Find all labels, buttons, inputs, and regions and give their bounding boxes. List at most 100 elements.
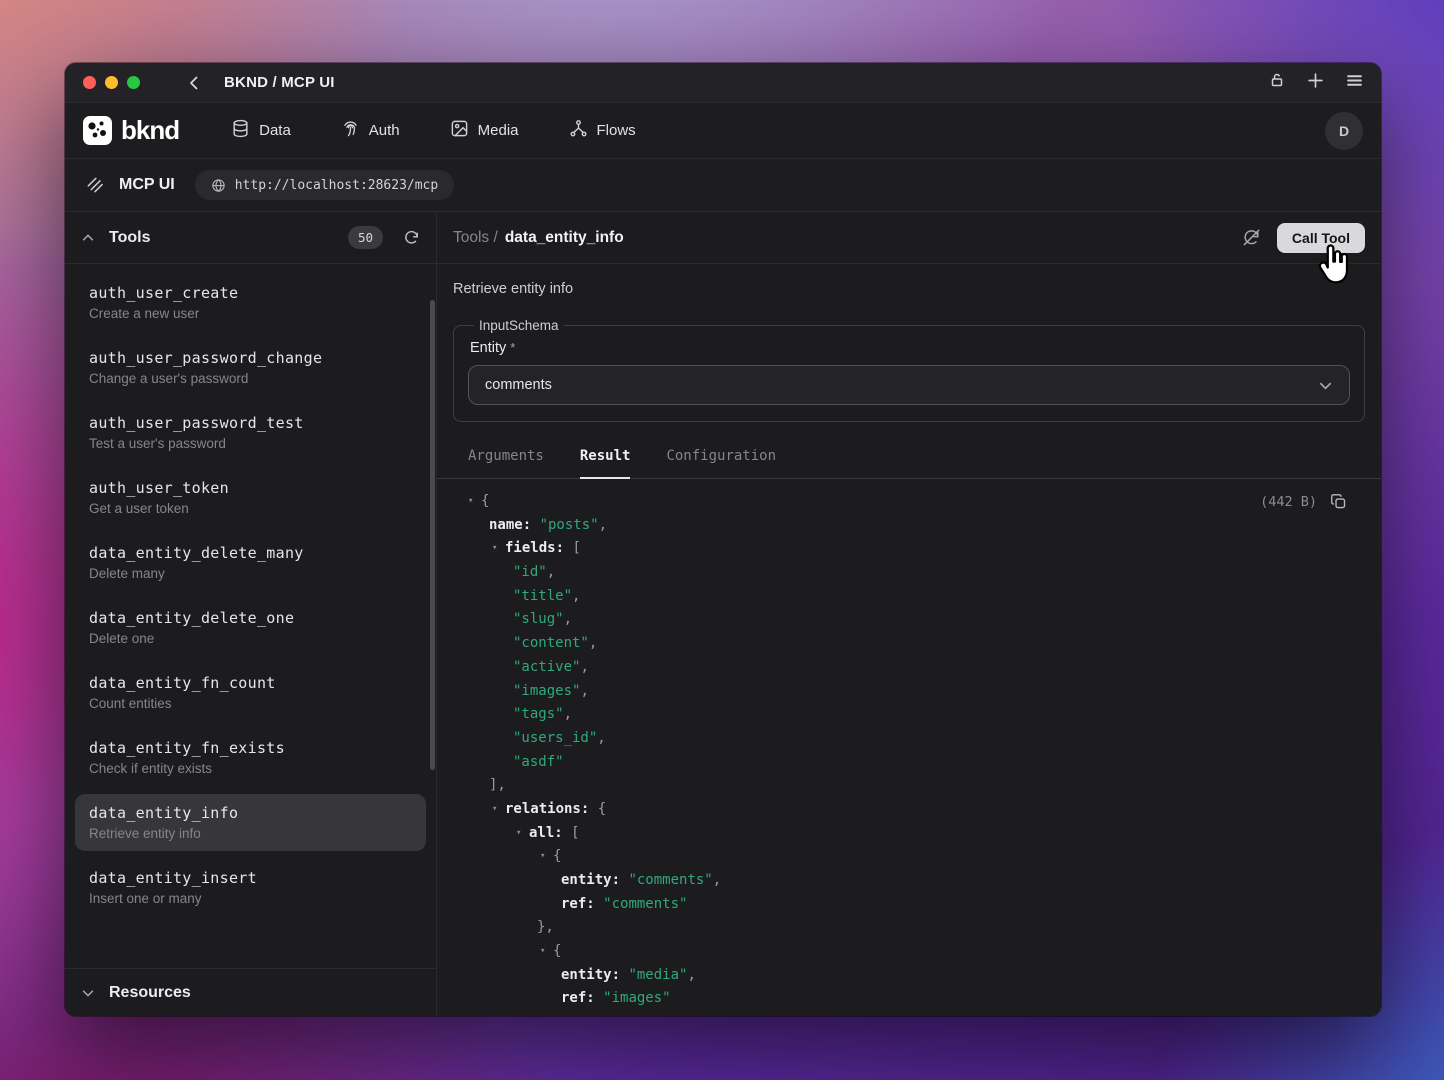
json-punct: ,	[687, 967, 695, 983]
json-punct: {	[553, 943, 561, 959]
nav-item-media[interactable]: Media	[450, 119, 519, 142]
json-punct: [	[571, 825, 579, 841]
collapse-toggle-icon[interactable]: ▾	[537, 940, 553, 964]
auto-call-off-icon[interactable]	[1242, 228, 1261, 247]
minimize-window-button[interactable]	[105, 76, 118, 89]
entity-select-value: comments	[485, 377, 552, 393]
collapse-toggle-icon[interactable]: ▾	[489, 537, 505, 561]
sidebar-item-data_entity_fn_count[interactable]: data_entity_fn_countCount entities	[75, 664, 426, 721]
json-line: ▾{	[437, 940, 1381, 964]
json-string: "images"	[603, 990, 670, 1006]
zoom-window-button[interactable]	[127, 76, 140, 89]
tools-section-header[interactable]: Tools 50	[65, 212, 436, 264]
window-titlebar: BKND / MCP UI	[65, 63, 1381, 103]
tools-list: auth_user_createCreate a new userauth_us…	[65, 264, 436, 968]
close-window-button[interactable]	[83, 76, 96, 89]
mcp-title: MCP UI	[119, 176, 175, 194]
tool-name: auth_user_create	[89, 284, 412, 302]
json-punct: ,	[564, 706, 572, 722]
refresh-icon[interactable]	[403, 229, 420, 246]
json-line: ],	[437, 774, 1381, 798]
tool-description: Get a user token	[89, 501, 412, 516]
json-key: ref:	[561, 896, 603, 912]
json-line: ▾{	[437, 490, 1381, 514]
json-line: "content",	[437, 632, 1381, 656]
json-line: "users_id",	[437, 727, 1381, 751]
nav-item-data[interactable]: Data	[231, 119, 291, 142]
bknd-logo[interactable]: bknd	[83, 115, 179, 146]
json-string: "id"	[513, 564, 547, 580]
mcp-url-pill[interactable]: http://localhost:28623/mcp	[195, 170, 455, 200]
json-punct: {	[598, 801, 606, 817]
tool-name: auth_user_token	[89, 479, 412, 497]
tab-configuration[interactable]: Configuration	[666, 448, 776, 479]
tool-name: data_entity_insert	[89, 869, 412, 887]
json-string: "posts"	[540, 517, 599, 533]
json-line: "active",	[437, 656, 1381, 680]
sidebar-item-data_entity_delete_one[interactable]: data_entity_delete_oneDelete one	[75, 599, 426, 656]
new-tab-icon[interactable]	[1307, 72, 1324, 94]
workflow-icon	[569, 119, 588, 142]
back-icon[interactable]	[186, 75, 202, 91]
json-string: "comments"	[603, 896, 687, 912]
tool-description: Retrieve entity info	[437, 264, 1381, 297]
sidebar-item-data_entity_info[interactable]: data_entity_infoRetrieve entity info	[75, 794, 426, 851]
tool-name: data_entity_fn_exists	[89, 739, 412, 757]
json-key: relations:	[505, 801, 598, 817]
sidebar-item-auth_user_password_change[interactable]: auth_user_password_changeChange a user's…	[75, 339, 426, 396]
image-icon	[450, 119, 469, 142]
collapse-toggle-icon[interactable]: ▾	[537, 845, 553, 869]
json-string: "tags"	[513, 706, 564, 722]
json-string: "users_id"	[513, 730, 597, 746]
copy-icon[interactable]	[1330, 493, 1347, 510]
input-schema-fieldset: InputSchema Entity* comments	[453, 318, 1365, 422]
json-line: "images",	[437, 680, 1381, 704]
json-punct: ],	[489, 777, 506, 793]
window-title: BKND / MCP UI	[224, 74, 335, 91]
sidebar-item-auth_user_create[interactable]: auth_user_createCreate a new user	[75, 274, 426, 331]
sidebar-item-data_entity_insert[interactable]: data_entity_insertInsert one or many	[75, 859, 426, 916]
sidebar-item-data_entity_fn_exists[interactable]: data_entity_fn_existsCheck if entity exi…	[75, 729, 426, 786]
json-key: ref:	[561, 990, 603, 1006]
call-tool-button[interactable]: Call Tool	[1277, 223, 1365, 253]
nav-item-auth[interactable]: Auth	[341, 119, 400, 142]
json-punct: ,	[580, 683, 588, 699]
json-punct: ,	[580, 659, 588, 675]
tool-name: auth_user_password_test	[89, 414, 412, 432]
json-line: entity: "media",	[437, 964, 1381, 988]
brand-name: bknd	[121, 115, 179, 146]
collapse-toggle-icon[interactable]: ▾	[489, 798, 505, 822]
collapse-toggle-icon[interactable]: ▾	[465, 490, 481, 514]
breadcrumb[interactable]: Tools /	[453, 229, 498, 247]
json-line: "tags",	[437, 703, 1381, 727]
tab-result[interactable]: Result	[580, 448, 631, 479]
required-marker: *	[510, 340, 515, 355]
nav-label: Media	[478, 122, 519, 139]
tool-detail-panel: Tools / data_entity_info Call Tool Retri…	[437, 212, 1381, 1016]
collapse-toggle-icon[interactable]: ▾	[513, 822, 529, 846]
result-size: (442 B)	[1260, 494, 1317, 510]
globe-icon	[211, 178, 226, 193]
menu-icon[interactable]	[1346, 72, 1363, 94]
sidebar-item-auth_user_token[interactable]: auth_user_token Get a user token	[75, 469, 426, 526]
resources-section-header[interactable]: Resources	[65, 968, 436, 1016]
sidebar-scrollbar[interactable]	[430, 300, 435, 770]
entity-select[interactable]: comments	[468, 365, 1350, 405]
nav-item-flows[interactable]: Flows	[569, 119, 636, 142]
json-line: ▾all: [	[437, 822, 1381, 846]
chevron-down-icon	[1318, 378, 1333, 393]
json-line: "title",	[437, 585, 1381, 609]
json-line: "id",	[437, 561, 1381, 585]
json-line: ▾{	[437, 845, 1381, 869]
json-string: "title"	[513, 588, 572, 604]
lock-icon[interactable]	[1269, 72, 1285, 93]
tools-section-title: Tools	[109, 229, 150, 247]
mcp-url: http://localhost:28623/mcp	[235, 178, 439, 193]
tab-arguments[interactable]: Arguments	[468, 448, 544, 479]
json-string: "content"	[513, 635, 589, 651]
tool-name: data_entity_fn_count	[89, 674, 412, 692]
user-avatar[interactable]: D	[1325, 112, 1363, 150]
sidebar-item-data_entity_delete_many[interactable]: data_entity_delete_manyDelete many	[75, 534, 426, 591]
sidebar-item-auth_user_password_test[interactable]: auth_user_password_testTest a user's pas…	[75, 404, 426, 461]
chevron-up-icon	[81, 231, 95, 245]
